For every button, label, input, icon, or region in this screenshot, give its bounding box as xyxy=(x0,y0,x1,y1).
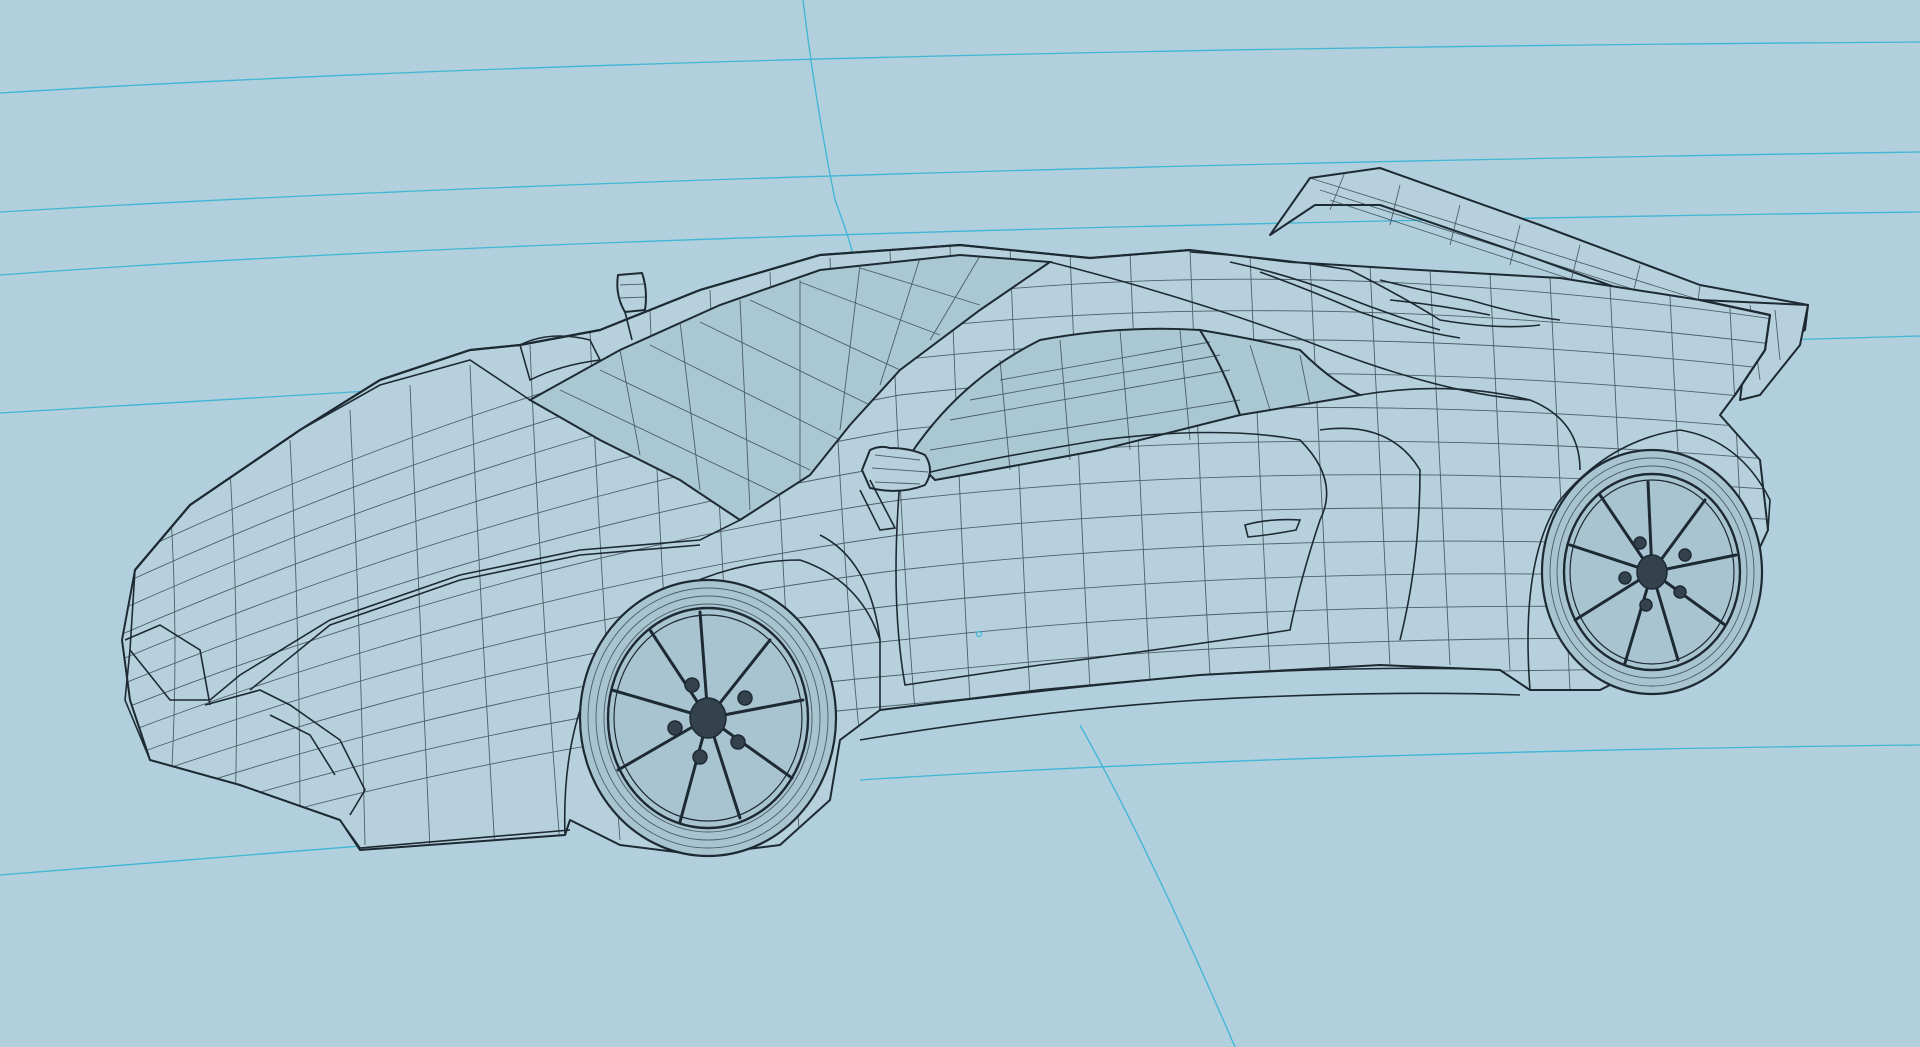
front-wheel xyxy=(578,578,838,858)
grid-line xyxy=(859,744,1920,781)
car-body xyxy=(121,243,1771,856)
grid-line xyxy=(1079,724,1236,1047)
grid-line xyxy=(0,151,1920,213)
grid-line xyxy=(802,0,856,263)
3d-viewport[interactable] xyxy=(0,0,1920,1047)
viewport-canvas[interactable] xyxy=(0,0,1920,1047)
rear-wheel xyxy=(1540,448,1764,696)
grid-line xyxy=(0,41,1920,94)
